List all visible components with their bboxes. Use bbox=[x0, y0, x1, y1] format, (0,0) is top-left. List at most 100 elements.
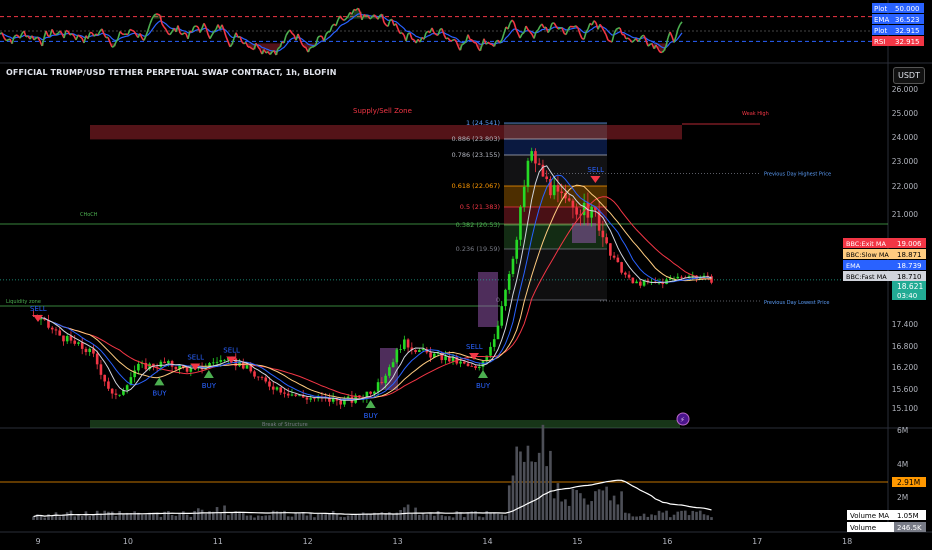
trading-chart[interactable]: Plot 50.000 EMA 36.523 Plot 32.915 RSI 32.915 Su… bbox=[0, 0, 932, 550]
volume-bar bbox=[343, 517, 346, 520]
rsi-line-segment bbox=[607, 39, 611, 42]
sell-signal-label: SELL bbox=[223, 347, 240, 355]
volume-bar bbox=[399, 509, 402, 520]
price-tick-label: 16.200 bbox=[892, 363, 918, 372]
volume-bar bbox=[118, 511, 121, 520]
volume-bar bbox=[522, 461, 526, 520]
volume-bar bbox=[459, 512, 462, 520]
volume-tag-value: 246.5K bbox=[897, 524, 922, 532]
candle-body bbox=[219, 360, 223, 362]
candle-body bbox=[118, 394, 121, 396]
candle-body bbox=[507, 274, 511, 290]
volume-bar bbox=[672, 514, 676, 520]
rsi-line-segment bbox=[193, 25, 197, 28]
rsi-tag-value: 50.000 bbox=[895, 5, 920, 13]
volume-bar bbox=[526, 445, 530, 520]
volume-bar bbox=[350, 515, 354, 520]
fib-level-label: 0.5 (21.383) bbox=[460, 203, 500, 211]
volume-bar bbox=[54, 512, 58, 520]
candle-body bbox=[167, 361, 170, 364]
volume-bar bbox=[182, 511, 185, 520]
candle-body bbox=[582, 202, 586, 216]
volume-bar bbox=[534, 462, 537, 520]
candle-body bbox=[260, 377, 264, 378]
volume-bar bbox=[167, 511, 170, 520]
volume-bar bbox=[92, 514, 95, 520]
volume-bar bbox=[298, 513, 301, 520]
candle-body bbox=[391, 362, 395, 368]
candle-body bbox=[313, 398, 316, 400]
candle-body bbox=[459, 361, 462, 364]
fib-level-label: 0.618 (22.067) bbox=[452, 182, 501, 190]
currency-button[interactable]: USDT bbox=[893, 67, 925, 84]
volume-bar bbox=[376, 513, 380, 520]
candle-body bbox=[376, 382, 380, 392]
volume-bar bbox=[32, 516, 35, 520]
candle-body bbox=[290, 394, 294, 396]
candle-body bbox=[530, 151, 534, 161]
candle-body bbox=[492, 339, 496, 347]
volume-bar bbox=[245, 515, 249, 520]
volume-bar bbox=[133, 511, 136, 520]
volume-bar bbox=[260, 516, 264, 520]
volume-bar bbox=[605, 486, 608, 520]
candle-body bbox=[215, 361, 219, 363]
volume-bar bbox=[710, 517, 713, 520]
candle-body bbox=[388, 367, 391, 376]
choch-label: CHoCH bbox=[80, 212, 98, 218]
volume-bar bbox=[80, 515, 84, 520]
volume-bar bbox=[294, 513, 298, 520]
volume-bar bbox=[631, 516, 635, 520]
volume-bar bbox=[107, 511, 110, 520]
candle-body bbox=[676, 276, 680, 279]
candle-body bbox=[163, 361, 166, 364]
volume-bar bbox=[654, 515, 657, 520]
sell-signal-label: SELL bbox=[30, 305, 47, 313]
rsi-oversold-fill bbox=[660, 43, 662, 53]
candle-body bbox=[65, 336, 69, 342]
volume-bar bbox=[84, 511, 88, 520]
candle-body bbox=[560, 191, 563, 194]
candle-body bbox=[567, 198, 571, 201]
volume-bar bbox=[354, 514, 357, 520]
candle-body bbox=[522, 186, 526, 208]
time-tick-label: 11 bbox=[213, 537, 223, 546]
rsi-tag-label: EMA bbox=[874, 16, 889, 24]
last-price-value: 18.621 bbox=[897, 282, 923, 291]
candle-body bbox=[571, 200, 575, 208]
candle-body bbox=[185, 367, 189, 372]
candle-body bbox=[264, 377, 268, 382]
volume-bar bbox=[95, 510, 99, 520]
rsi-tag-value: 36.523 bbox=[895, 16, 920, 24]
volume-bar bbox=[432, 515, 436, 520]
volume-bar bbox=[197, 508, 200, 520]
volume-tick-label: 2M bbox=[897, 493, 908, 502]
candle-body bbox=[444, 356, 447, 361]
volume-bar bbox=[309, 513, 313, 520]
candle-body bbox=[616, 257, 620, 263]
candle-body bbox=[462, 361, 466, 364]
volume-bar bbox=[680, 510, 683, 520]
candle-body bbox=[466, 363, 470, 367]
volume-bar bbox=[178, 513, 181, 520]
candle-body bbox=[253, 371, 256, 377]
candle-body bbox=[406, 339, 410, 348]
candle-body bbox=[77, 342, 80, 344]
candle-body bbox=[384, 375, 387, 384]
price-tick-label: 21.000 bbox=[892, 210, 918, 219]
price-tick-label: 22.000 bbox=[892, 182, 918, 191]
rsi-line-segment bbox=[195, 25, 199, 28]
candle bbox=[620, 261, 623, 275]
volume-bar bbox=[110, 511, 114, 520]
fib-level-label: 0.382 (20.53) bbox=[456, 221, 500, 229]
rsi-tag-label: RSI bbox=[874, 38, 885, 46]
candle-body bbox=[174, 366, 178, 370]
candle-body bbox=[256, 376, 260, 378]
candle-body bbox=[624, 272, 627, 275]
volume-bar bbox=[144, 514, 148, 520]
time-tick-label: 17 bbox=[752, 537, 762, 546]
volume-bar bbox=[268, 515, 271, 520]
chart-background bbox=[0, 0, 932, 550]
volume-bar bbox=[541, 424, 545, 520]
volume-bar bbox=[665, 510, 668, 520]
